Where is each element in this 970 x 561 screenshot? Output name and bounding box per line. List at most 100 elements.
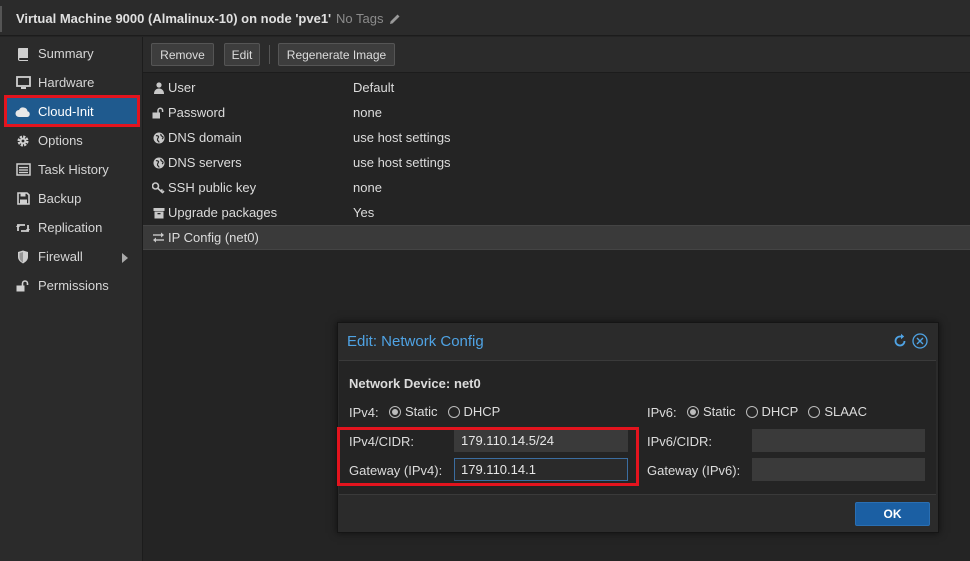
sidebar-item-permissions[interactable]: Permissions xyxy=(6,271,140,300)
radio-label: Static xyxy=(703,404,736,419)
ipv6-cidr-input[interactable] xyxy=(752,429,925,452)
edit-button[interactable]: Edit xyxy=(224,43,260,66)
radio-label: DHCP xyxy=(463,404,501,419)
row-value: use host settings xyxy=(353,130,451,145)
tags-area[interactable]: No Tags xyxy=(336,11,401,26)
sidebar: Summary Hardware Cloud-Init Options Task… xyxy=(0,37,143,561)
sidebar-item-label: Cloud-Init xyxy=(38,104,94,119)
pencil-icon[interactable] xyxy=(389,13,401,25)
ipv4-label: IPv4: xyxy=(349,405,379,420)
dialog-header: Edit: Network Config xyxy=(338,323,938,359)
ipv6-dhcp-radio[interactable]: DHCP xyxy=(745,404,798,419)
monitor-icon xyxy=(15,75,31,91)
retweet-icon xyxy=(15,220,31,236)
dialog-tools xyxy=(892,333,928,352)
gateway-ipv6-label: Gateway (IPv6): xyxy=(647,463,741,478)
row-value: Default xyxy=(353,80,395,95)
row-key: User xyxy=(168,80,196,95)
sidebar-item-options[interactable]: Options xyxy=(6,126,140,155)
ipv6-static-radio[interactable]: Static xyxy=(687,404,736,419)
radio-unchecked-icon xyxy=(447,405,460,418)
table-row[interactable]: SSH public key none xyxy=(143,175,970,200)
sidebar-item-cloud-init[interactable]: Cloud-Init xyxy=(6,97,140,126)
gateway-ipv6-input[interactable] xyxy=(752,458,925,481)
sidebar-item-label: Firewall xyxy=(38,249,83,264)
sidebar-item-task-history[interactable]: Task History xyxy=(6,155,140,184)
tags-label: No Tags xyxy=(336,11,384,26)
row-key: IP Config (net0) xyxy=(168,230,259,245)
table-row[interactable]: Upgrade packages Yes xyxy=(143,200,970,225)
close-icon[interactable] xyxy=(912,333,928,352)
table-row[interactable]: DNS domain use host settings xyxy=(143,125,970,150)
row-key: SSH public key xyxy=(168,180,257,195)
unlock-icon xyxy=(152,106,165,119)
gear-icon xyxy=(15,133,31,149)
row-value: none xyxy=(353,180,382,195)
reset-icon[interactable] xyxy=(892,333,908,352)
ipv4-cidr-label: IPv4/CIDR: xyxy=(349,434,415,449)
row-key: Password xyxy=(168,105,226,120)
row-value: Yes xyxy=(353,205,375,220)
ipv6-cidr-label: IPv6/CIDR: xyxy=(647,434,713,449)
shield-icon xyxy=(15,249,31,265)
ipv4-static-radio[interactable]: Static xyxy=(389,404,438,419)
network-device-label: Network Device: xyxy=(349,376,451,391)
ipv4-mode-group: Static DHCP xyxy=(389,404,506,419)
cloud-icon xyxy=(15,104,31,120)
row-value: none xyxy=(353,105,382,120)
caret-right-icon[interactable] xyxy=(122,251,128,266)
row-value: use host settings xyxy=(353,155,451,170)
header-bar: Virtual Machine 9000 (Almalinux-10) on n… xyxy=(0,0,970,36)
ipv4-dhcp-radio[interactable]: DHCP xyxy=(447,404,501,419)
globe-icon xyxy=(152,156,165,169)
row-key: DNS domain xyxy=(168,130,242,145)
table-row[interactable]: IP Config (net0) xyxy=(143,225,970,250)
unlock-icon xyxy=(15,278,31,294)
sidebar-item-label: Hardware xyxy=(38,75,95,90)
table-row[interactable]: User Default xyxy=(143,75,970,100)
toolbar-separator xyxy=(269,45,270,64)
ipv6-mode-group: Static DHCP SLAAC xyxy=(687,404,873,419)
floppy-icon xyxy=(15,191,31,207)
ipv6-slaac-radio[interactable]: SLAAC xyxy=(808,404,867,419)
gateway-ipv4-input[interactable] xyxy=(454,458,628,481)
archive-icon xyxy=(152,206,165,219)
sidebar-item-label: Replication xyxy=(38,220,103,235)
user-icon xyxy=(152,81,165,94)
regenerate-image-button[interactable]: Regenerate Image xyxy=(278,43,395,66)
sidebar-item-backup[interactable]: Backup xyxy=(6,184,140,213)
sidebar-item-label: Backup xyxy=(38,191,82,206)
ipv6-label: IPv6: xyxy=(647,405,677,420)
sidebar-item-summary[interactable]: Summary xyxy=(6,39,140,68)
row-key: Upgrade packages xyxy=(168,205,278,220)
radio-unchecked-icon xyxy=(808,405,821,418)
radio-checked-icon xyxy=(687,405,699,418)
list-icon xyxy=(15,162,31,178)
sidebar-item-hardware[interactable]: Hardware xyxy=(6,68,140,97)
exchange-icon xyxy=(152,231,165,244)
sidebar-item-firewall[interactable]: Firewall xyxy=(6,242,140,271)
row-key: DNS servers xyxy=(168,155,242,170)
radio-checked-icon xyxy=(389,405,401,418)
network-config-dialog: Edit: Network Config Network Device: net… xyxy=(337,322,939,533)
book-icon xyxy=(15,46,31,62)
dialog-body: Network Device: net0 IPv4: Static DHCP I… xyxy=(339,360,936,495)
radio-unchecked-icon xyxy=(745,405,758,418)
ok-button[interactable]: OK xyxy=(855,502,930,526)
page-title: Virtual Machine 9000 (Almalinux-10) on n… xyxy=(16,11,332,26)
gateway-ipv4-label: Gateway (IPv4): xyxy=(349,463,443,478)
sidebar-item-label: Options xyxy=(38,133,83,148)
sidebar-item-label: Summary xyxy=(38,46,94,61)
toolbar: Remove Edit Regenerate Image xyxy=(143,37,970,73)
ipv4-cidr-input[interactable] xyxy=(454,429,628,452)
header-divider xyxy=(0,6,2,32)
table-row[interactable]: Password none xyxy=(143,100,970,125)
remove-button[interactable]: Remove xyxy=(151,43,214,66)
sidebar-item-replication[interactable]: Replication xyxy=(6,213,140,242)
radio-label: Static xyxy=(405,404,438,419)
dialog-title: Edit: Network Config xyxy=(347,333,484,350)
radio-label: SLAAC xyxy=(824,404,867,419)
table-row[interactable]: DNS servers use host settings xyxy=(143,150,970,175)
key-icon xyxy=(152,181,165,194)
network-device-value: net0 xyxy=(454,376,481,391)
